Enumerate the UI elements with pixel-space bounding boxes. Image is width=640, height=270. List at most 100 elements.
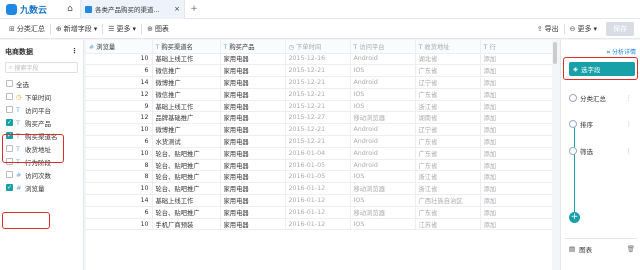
- table-cell[interactable]: 添加: [480, 170, 552, 184]
- table-cell[interactable]: 家用电器: [220, 194, 286, 207]
- app-logo[interactable]: 九数云: [0, 3, 60, 16]
- table-cell[interactable]: IOS: [350, 218, 416, 231]
- table-cell[interactable]: IOS: [350, 64, 416, 78]
- table-cell[interactable]: 浙江省: [415, 100, 481, 113]
- table-cell[interactable]: 家用电器: [220, 53, 286, 66]
- table-cell[interactable]: 家用电器: [220, 76, 286, 89]
- table-cell[interactable]: 2016-01-12: [285, 194, 351, 207]
- table-row[interactable]: 8 轮台、贴吧推广 家用电器 2016-01-05 IOS 浙江省 添加: [86, 170, 552, 184]
- table-cell[interactable]: 添加: [480, 147, 552, 160]
- column-header[interactable]: # 浏览量: [86, 40, 153, 54]
- table-cell[interactable]: 广东省: [415, 135, 481, 148]
- table-row[interactable]: 10 基础上线工作 家用电器 2015-12-16 Android 湖北省 添加: [86, 53, 552, 66]
- table-cell[interactable]: Android: [350, 123, 416, 137]
- table-row[interactable]: 10 微博推广 家用电器 2015-12-21 Android 辽宁省 添加: [86, 123, 552, 137]
- field-item[interactable]: ✓ # 浏览量: [0, 181, 83, 194]
- table-cell[interactable]: 添加: [480, 64, 552, 78]
- table-cell[interactable]: 江苏省: [415, 218, 481, 231]
- more-vertical-icon[interactable]: ⋮: [71, 47, 78, 57]
- table-cell[interactable]: Android: [350, 53, 416, 66]
- table-cell[interactable]: 添加: [480, 206, 552, 219]
- table-cell[interactable]: 家用电器: [220, 147, 286, 160]
- column-header[interactable]: T 购买产品: [220, 40, 286, 54]
- table-cell[interactable]: 家用电器: [220, 170, 286, 184]
- table-cell[interactable]: 添加: [480, 135, 552, 148]
- home-tab[interactable]: ⌂: [60, 0, 80, 19]
- table-cell[interactable]: 添加: [480, 88, 552, 101]
- close-icon[interactable]: ×: [174, 5, 180, 13]
- table-cell[interactable]: 家用电器: [220, 159, 286, 172]
- table-cell[interactable]: 家用电器: [220, 135, 286, 148]
- table-cell[interactable]: 微信推广: [152, 64, 221, 78]
- step-sort[interactable]: 排序 ⋮: [569, 117, 635, 131]
- field-checkbox[interactable]: ✓: [6, 119, 13, 126]
- table-cell[interactable]: 轮台、贴吧推广: [152, 206, 221, 219]
- table-row[interactable]: 12 微信推广 家用电器 2015-12-21 IOS 广东省 添加: [86, 88, 552, 101]
- add-step-button[interactable]: +: [569, 212, 580, 223]
- table-cell[interactable]: 家用电器: [220, 182, 286, 196]
- table-cell[interactable]: 12: [86, 88, 153, 101]
- table-row[interactable]: 6 水货测试 家用电器 2015-12-21 Android 广东省 添加: [86, 135, 552, 148]
- table-cell[interactable]: 添加: [480, 182, 552, 196]
- table-cell[interactable]: 2016-01-12: [285, 218, 351, 231]
- table-cell[interactable]: 轮台、贴吧推广: [152, 182, 221, 196]
- table-cell[interactable]: 广东省: [415, 88, 481, 101]
- table-cell[interactable]: 湖南省: [415, 111, 481, 125]
- table-cell[interactable]: IOS: [350, 170, 416, 184]
- table-cell[interactable]: 8: [86, 170, 153, 184]
- more-vertical-icon[interactable]: ⋮: [626, 147, 633, 155]
- table-cell[interactable]: 移动浏览器: [350, 206, 416, 219]
- table-cell[interactable]: 家用电器: [220, 64, 286, 78]
- table-cell[interactable]: 湖北省: [415, 53, 481, 66]
- select-all-checkbox[interactable]: [6, 80, 13, 87]
- field-checkbox[interactable]: ✓: [6, 184, 13, 191]
- table-cell[interactable]: Android: [350, 76, 416, 89]
- table-cell[interactable]: 添加: [480, 159, 552, 172]
- table-cell[interactable]: 基础上线工作: [152, 194, 221, 207]
- table-cell[interactable]: 10: [86, 218, 153, 231]
- table-cell[interactable]: 浙江省: [415, 182, 481, 196]
- table-cell[interactable]: 浙江省: [415, 170, 481, 184]
- table-cell[interactable]: 轮台、贴吧推广: [152, 147, 221, 160]
- table-cell[interactable]: 14: [86, 194, 153, 207]
- table-cell[interactable]: 家用电器: [220, 100, 286, 113]
- field-checkbox[interactable]: [6, 171, 13, 178]
- analyze-detail-link[interactable]: ⌗ 分析详情: [607, 47, 636, 57]
- table-row[interactable]: 9 基础上线工作 家用电器 2015-12-21 IOS 浙江省 添加: [86, 100, 552, 113]
- table-cell[interactable]: 家用电器: [220, 123, 286, 137]
- field-item[interactable]: T 访问平台: [0, 103, 83, 116]
- table-cell[interactable]: 添加: [480, 194, 552, 207]
- table-cell[interactable]: 2015-12-21: [285, 88, 351, 101]
- table-cell[interactable]: 基础上线工作: [152, 53, 221, 66]
- table-cell[interactable]: 家用电器: [220, 218, 286, 231]
- table-cell[interactable]: 添加: [480, 123, 552, 137]
- table-cell[interactable]: 微博推广: [152, 123, 221, 137]
- table-cell[interactable]: 品牌基础推广: [152, 111, 221, 125]
- table-cell[interactable]: 添加: [480, 218, 552, 231]
- table-cell[interactable]: 10: [86, 147, 153, 160]
- table-cell[interactable]: 6: [86, 206, 153, 219]
- table-cell[interactable]: 9: [86, 100, 153, 113]
- table-cell[interactable]: 12: [86, 111, 153, 125]
- field-search-input[interactable]: ⌕ 搜索字段: [5, 62, 78, 73]
- table-cell[interactable]: 家用电器: [220, 111, 286, 125]
- save-button[interactable]: 保存: [606, 21, 634, 36]
- field-item[interactable]: ◷ 下单时间: [0, 90, 83, 103]
- table-cell[interactable]: 轮台、贴吧推广: [152, 159, 221, 172]
- step-group-summary[interactable]: 分类汇总 ⋮: [569, 91, 635, 105]
- table-cell[interactable]: IOS: [350, 100, 416, 113]
- table-cell[interactable]: 移动浏览器: [350, 182, 416, 196]
- add-field-button[interactable]: ⊕ 新增字段 ▾: [51, 19, 102, 39]
- chart-item[interactable]: ▤ 图表 🗑: [569, 244, 635, 254]
- chart-button[interactable]: ⊕ 图表: [142, 19, 174, 39]
- table-row[interactable]: 14 微博推广 家用电器 2015-12-21 Android 辽宁省 添加: [86, 76, 552, 89]
- field-checkbox[interactable]: [6, 93, 13, 100]
- table-cell[interactable]: 10: [86, 123, 153, 137]
- tab-document[interactable]: 各类产品购买的渠道... ×: [80, 0, 185, 19]
- table-cell[interactable]: 2015-12-27: [285, 111, 351, 125]
- table-cell[interactable]: 2016-01-12: [285, 182, 351, 196]
- table-cell[interactable]: 添加: [480, 76, 552, 89]
- table-cell[interactable]: 添加: [480, 53, 552, 66]
- table-cell[interactable]: 手机厂商预装: [152, 218, 221, 231]
- table-cell[interactable]: 14: [86, 76, 153, 89]
